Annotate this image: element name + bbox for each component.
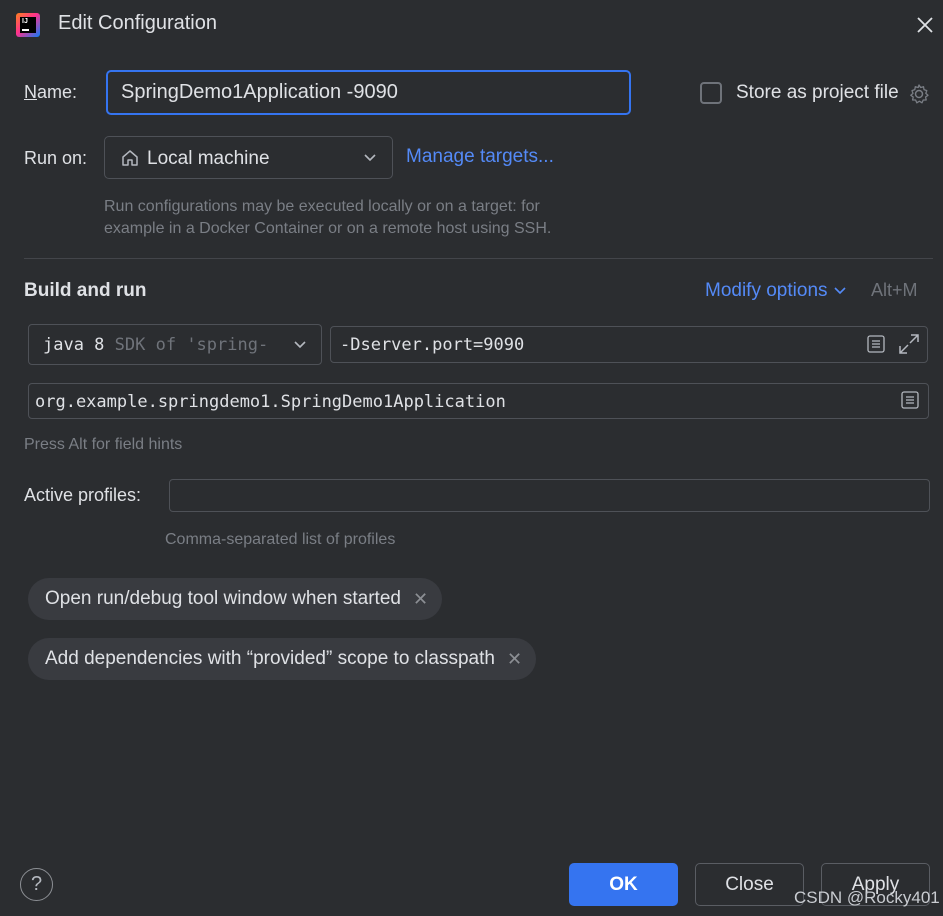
section-divider	[24, 258, 933, 259]
watermark: CSDN @Rocky401	[794, 888, 940, 907]
name-input[interactable]: SpringDemo1Application -9090	[106, 70, 631, 115]
close-window-button[interactable]	[912, 12, 938, 38]
vm-options-value: -Dserver.port=9090	[340, 335, 525, 355]
expand-text-icon[interactable]	[866, 334, 886, 354]
close-icon	[917, 17, 933, 33]
jdk-version: java 8	[43, 335, 105, 355]
chevron-down-icon	[834, 287, 846, 295]
main-class-value: org.example.springdemo1.SpringDemo1Appli…	[35, 392, 506, 412]
run-on-value: Local machine	[147, 148, 270, 169]
home-icon	[122, 150, 138, 166]
remove-chip-icon[interactable]: ✕	[507, 649, 522, 670]
run-on-hint-line1: Run configurations may be executed local…	[104, 198, 540, 215]
active-profiles-input[interactable]	[169, 479, 930, 512]
option-chip-provided-scope: Add dependencies with “provided” scope t…	[28, 638, 537, 680]
close-button[interactable]: Close	[695, 863, 804, 906]
jdk-selector[interactable]: java 8 SDK of 'spring-	[28, 324, 322, 365]
active-profiles-hint: Comma-separated list of profiles	[165, 531, 396, 548]
run-on-dropdown[interactable]: Local machine	[104, 136, 393, 179]
help-button[interactable]: ?	[20, 868, 53, 901]
chevron-down-icon	[364, 154, 376, 162]
gear-icon[interactable]	[907, 82, 931, 106]
chip-label: Open run/debug tool window when started	[45, 588, 401, 609]
active-profiles-label: Active profiles:	[24, 485, 142, 505]
modify-options-link[interactable]: Modify options	[705, 280, 847, 302]
jdk-description: SDK of 'spring-	[114, 335, 269, 355]
modify-options-shortcut: Alt+M	[871, 280, 918, 300]
name-label: Name:	[24, 82, 78, 102]
remove-chip-icon[interactable]: ✕	[413, 589, 428, 610]
window-title: Edit Configuration	[58, 12, 217, 34]
browse-class-icon[interactable]	[900, 390, 920, 410]
ok-button[interactable]: OK	[569, 863, 678, 906]
run-on-hint-line2: example in a Docker Container or on a re…	[104, 220, 552, 237]
title-bar: IJ Edit Configuration	[0, 0, 943, 50]
run-on-label: Run on:	[24, 148, 88, 168]
vm-options-input[interactable]: -Dserver.port=9090	[330, 326, 928, 363]
build-and-run-heading: Build and run	[24, 280, 147, 301]
store-as-project-file-label[interactable]: Store as project file	[736, 82, 899, 104]
field-hints-text: Press Alt for field hints	[24, 436, 183, 453]
manage-targets-link[interactable]: Manage targets...	[406, 146, 554, 168]
store-as-project-file-checkbox[interactable]	[700, 82, 722, 104]
option-chip-open-tool-window: Open run/debug tool window when started …	[28, 578, 443, 620]
chip-label: Add dependencies with “provided” scope t…	[45, 648, 495, 669]
main-class-input[interactable]: org.example.springdemo1.SpringDemo1Appli…	[28, 383, 929, 419]
chevron-down-icon	[294, 341, 306, 349]
intellij-app-icon: IJ	[16, 13, 40, 37]
expand-icon[interactable]	[897, 332, 921, 356]
